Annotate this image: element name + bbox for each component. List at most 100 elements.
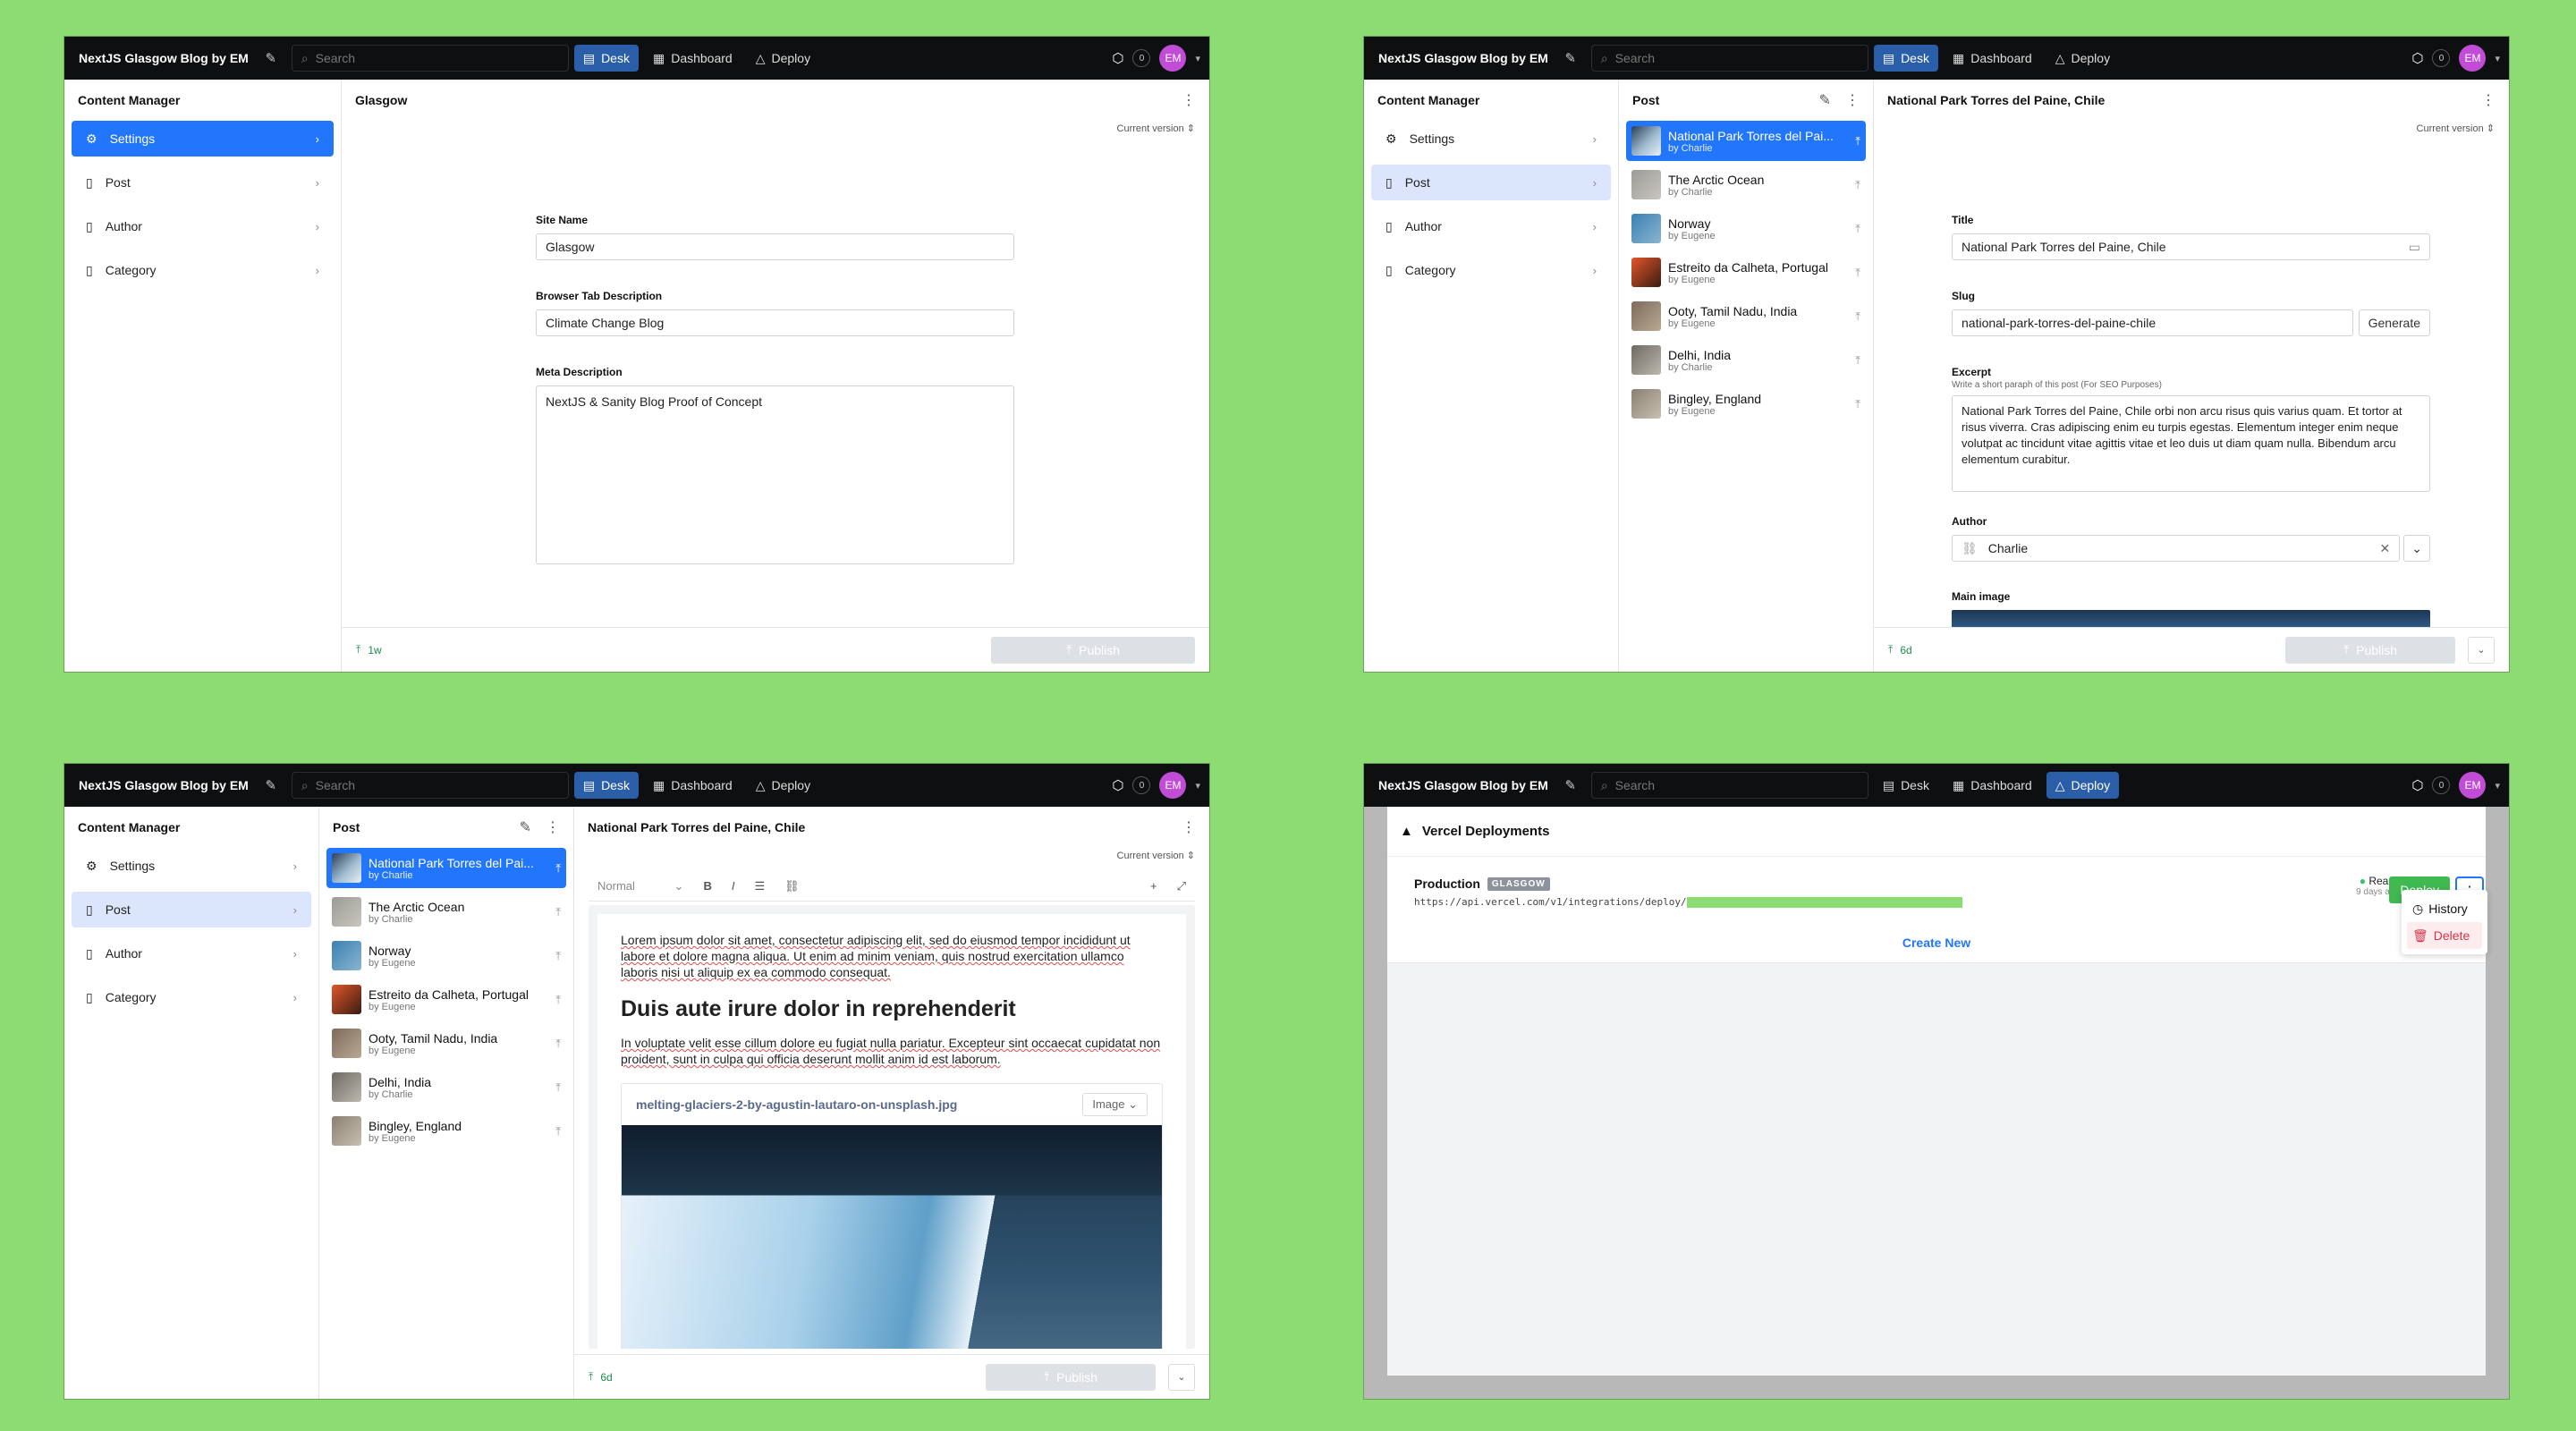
body-paragraph[interactable]: Lorem ipsum dolor sit amet, consectetur … <box>621 932 1163 980</box>
post-item[interactable]: Norway by Eugene ⤒ <box>1626 208 1866 249</box>
publish-button[interactable]: ⤒ Publish <box>986 1363 1156 1391</box>
chevron-down-icon[interactable]: ▾ <box>1195 53 1200 64</box>
author-reference-input[interactable]: ⛓ Charlie ✕ <box>1952 535 2401 562</box>
menu-item-delete[interactable]: 🗑 Delete <box>2407 922 2482 949</box>
brand-title[interactable]: NextJS Glasgow Blog by EM <box>79 51 249 65</box>
notification-badge[interactable]: 0 <box>1132 49 1151 67</box>
tool-deploy[interactable]: △ Deploy <box>747 45 819 72</box>
tool-deploy[interactable]: △ Deploy <box>747 772 819 799</box>
tab-description-input[interactable]: Climate Change Blog <box>536 309 1014 336</box>
desk-item-category[interactable]: ▯ Category › <box>1371 252 1611 288</box>
chevron-down-icon[interactable]: ▾ <box>1195 780 1200 792</box>
compose-icon[interactable]: ✎ <box>259 47 283 70</box>
brand-title[interactable]: NextJS Glasgow Blog by EM <box>1378 778 1548 792</box>
tool-desk[interactable]: ▤ Desk <box>1874 772 1938 799</box>
bold-icon[interactable]: B <box>703 879 711 893</box>
desk-item-category[interactable]: ▯ Category › <box>72 252 334 288</box>
post-item[interactable]: National Park Torres del Pai... by Charli… <box>326 848 566 888</box>
compose-icon[interactable]: ✎ <box>1559 47 1582 70</box>
portable-text-editor[interactable]: Lorem ipsum dolor sit amet, consectetur … <box>589 905 1195 1349</box>
search-input[interactable]: ⌕ Search <box>291 772 569 799</box>
slug-input[interactable]: national-park-torres-del-paine-chile <box>1952 309 2353 336</box>
package-icon[interactable]: ⬡ <box>2411 777 2423 793</box>
more-icon[interactable]: ⋮ <box>1182 818 1196 836</box>
brand-title[interactable]: NextJS Glasgow Blog by EM <box>1378 51 1548 65</box>
notification-badge[interactable]: 0 <box>1132 776 1151 794</box>
post-item[interactable]: The Arctic Ocean by Charlie ⤒ <box>1626 165 1866 205</box>
publish-menu-button[interactable]: ⌄ <box>1168 1363 1195 1391</box>
publish-button[interactable]: ⤒ Publish <box>2285 636 2455 664</box>
compose-icon[interactable]: ✎ <box>1559 774 1582 797</box>
more-icon[interactable]: ⋮ <box>2481 91 2496 109</box>
tool-dashboard[interactable]: ▦ Dashboard <box>1944 45 2041 72</box>
post-item[interactable]: National Park Torres del Pai... by Charli… <box>1626 121 1866 161</box>
expand-icon[interactable]: ⤢ <box>1177 879 1186 893</box>
tool-desk[interactable]: ▤ Desk <box>1873 45 1938 72</box>
post-item[interactable]: Delhi, India by Charlie ⤒ <box>1626 340 1866 380</box>
body-paragraph[interactable]: In voluptate velit esse cillum dolore eu… <box>621 1035 1163 1067</box>
package-icon[interactable]: ⬡ <box>1112 50 1123 66</box>
post-item[interactable]: Estreito da Calheta, Portugal by Eugene ⤒ <box>326 979 566 1020</box>
notification-badge[interactable]: 0 <box>2432 776 2451 794</box>
brand-title[interactable]: NextJS Glasgow Blog by EM <box>79 778 249 792</box>
image-block[interactable]: melting-glaciers-2-by-agustin-lautaro-on… <box>621 1083 1163 1349</box>
image-block-menu[interactable]: Image ⌄ <box>1082 1093 1148 1116</box>
tool-desk[interactable]: ▤ Desk <box>573 45 639 72</box>
meta-description-textarea[interactable]: NextJS & Sanity Blog Proof of Concept <box>536 385 1014 564</box>
title-input[interactable]: National Park Torres del Paine, Chile ▭ <box>1952 233 2430 260</box>
bullet-list-icon[interactable]: ☰ <box>754 879 765 893</box>
search-input[interactable]: ⌕ Search <box>1590 45 1868 72</box>
desk-item-post[interactable]: ▯ Post › <box>72 892 311 927</box>
desk-item-author[interactable]: ▯ Author › <box>72 208 334 244</box>
desk-item-post[interactable]: ▯ Post › <box>72 165 334 200</box>
clear-icon[interactable]: ✕ <box>2380 541 2391 556</box>
post-item[interactable]: Bingley, England by Eugene ⤒ <box>326 1111 566 1151</box>
post-item[interactable]: Ooty, Tamil Nadu, India by Eugene ⤒ <box>326 1023 566 1063</box>
more-icon[interactable]: ⋮ <box>546 818 560 836</box>
desk-item-author[interactable]: ▯ Author › <box>1371 208 1611 244</box>
post-item[interactable]: Estreito da Calheta, Portugal by Eugene ⤒ <box>1626 252 1866 292</box>
post-item[interactable]: Bingley, England by Eugene ⤒ <box>1626 384 1866 424</box>
tool-dashboard[interactable]: ▦ Dashboard <box>644 772 741 799</box>
version-selector[interactable]: Current version ⇕ <box>2417 123 2495 134</box>
version-selector[interactable]: Current version ⇕ <box>1117 123 1195 134</box>
desk-item-post[interactable]: ▯ Post › <box>1371 165 1611 200</box>
publish-menu-button[interactable]: ⌄ <box>2468 636 2495 664</box>
chevron-down-icon[interactable]: ▾ <box>2495 780 2500 792</box>
version-selector[interactable]: Current version ⇕ <box>1117 850 1195 861</box>
more-icon[interactable]: ⋮ <box>1845 91 1860 109</box>
tool-dashboard[interactable]: ▦ Dashboard <box>644 45 741 72</box>
insert-icon[interactable]: + <box>1150 879 1157 893</box>
deploy-hook-url[interactable]: https://api.vercel.com/v1/integrations/d… <box>1414 896 1687 908</box>
create-new-button[interactable]: Create New <box>1387 936 2486 950</box>
excerpt-textarea[interactable]: National Park Torres del Paine, Chile or… <box>1952 395 2430 492</box>
block-style-select[interactable]: Normal ⌄ <box>597 879 683 893</box>
tool-deploy[interactable]: △ Deploy <box>2046 45 2119 72</box>
desk-item-settings[interactable]: ⚙ Settings › <box>72 848 311 884</box>
site-name-input[interactable]: Glasgow <box>536 233 1014 260</box>
link-icon[interactable]: ⛓ <box>784 879 800 893</box>
avatar[interactable]: EM <box>1159 772 1187 799</box>
post-item[interactable]: Ooty, Tamil Nadu, India by Eugene ⤒ <box>1626 296 1866 336</box>
publish-button[interactable]: ⤒ Publish <box>991 636 1195 664</box>
chevron-down-icon[interactable]: ▾ <box>2495 53 2500 64</box>
tool-deploy[interactable]: △ Deploy <box>2046 772 2120 799</box>
package-icon[interactable]: ⬡ <box>2411 50 2423 66</box>
desk-item-category[interactable]: ▯ Category › <box>72 979 311 1015</box>
more-icon[interactable]: ⋮ <box>1182 91 1196 109</box>
post-item[interactable]: The Arctic Ocean by Charlie ⤒ <box>326 892 566 932</box>
tool-dashboard[interactable]: ▦ Dashboard <box>1944 772 2041 799</box>
desk-item-author[interactable]: ▯ Author › <box>72 936 311 971</box>
compose-icon[interactable]: ✎ <box>1819 91 1831 109</box>
avatar[interactable]: EM <box>2459 772 2487 799</box>
menu-item-history[interactable]: ◷ History <box>2407 895 2482 922</box>
tool-desk[interactable]: ▤ Desk <box>573 772 639 799</box>
avatar[interactable]: EM <box>1159 45 1187 72</box>
generate-button[interactable]: Generate <box>2358 309 2430 336</box>
post-item[interactable]: Norway by Eugene ⤒ <box>326 936 566 976</box>
package-icon[interactable]: ⬡ <box>1112 777 1123 793</box>
search-input[interactable]: ⌕ Search <box>291 45 569 72</box>
compose-icon[interactable]: ✎ <box>520 818 531 836</box>
body-heading[interactable]: Duis aute irure dolor in reprehenderit <box>621 996 1163 1022</box>
notification-badge[interactable]: 0 <box>2432 49 2451 67</box>
